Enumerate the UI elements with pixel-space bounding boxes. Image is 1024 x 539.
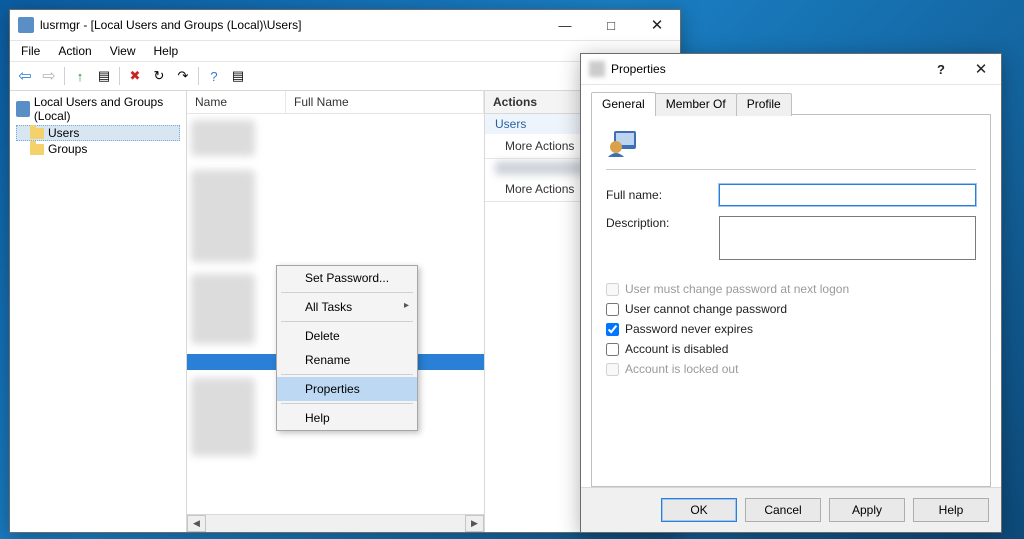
divider [606,169,976,170]
menu-view[interactable]: View [103,43,143,59]
tab-general-body: Full name: Description: User must change… [591,115,991,487]
forward-button-icon[interactable]: ⇨ [38,65,60,87]
refresh-icon[interactable]: ↻ [148,65,170,87]
properties-dialog: Properties ? ✕ General Member Of Profile [580,53,1002,533]
cancel-button[interactable]: Cancel [745,498,821,522]
col-fullname[interactable]: Full Name [286,91,484,113]
chk-cannot-change[interactable]: User cannot change password [606,302,976,316]
tab-profile[interactable]: Profile [736,93,792,116]
chk-must-change: User must change password at next logon [606,282,976,296]
dialog-titlebar[interactable]: Properties ? ✕ [581,54,1001,85]
checkbox-group: User must change password at next logon … [606,282,976,382]
up-button-icon[interactable]: ↑ [69,65,91,87]
chk-cannot-change-label: User cannot change password [625,302,787,316]
properties-icon[interactable]: ▤ [93,65,115,87]
menu-file[interactable]: File [14,43,47,59]
horizontal-scrollbar[interactable]: ◀ ▶ [187,514,484,532]
toolbar-separator [198,67,199,85]
ctx-help[interactable]: Help [277,406,417,430]
dialog-close-button[interactable]: ✕ [961,54,1001,84]
help-icon[interactable]: ? [203,65,225,87]
user-name-icon [589,61,605,77]
tree-users-label: Users [48,126,79,140]
ctx-all-tasks[interactable]: All Tasks ▸ [277,295,417,319]
export-icon[interactable]: ↷ [172,65,194,87]
ctx-rename[interactable]: Rename [277,348,417,372]
lusrmgr-icon [18,17,34,33]
scroll-left-icon[interactable]: ◀ [187,515,206,532]
list-header: Name Full Name [187,91,484,114]
chk-never-expires[interactable]: Password never expires [606,322,976,336]
chk-disabled-label: Account is disabled [625,342,728,356]
chk-locked-label: Account is locked out [625,362,738,376]
ctx-separator [281,374,413,375]
field-full-name: Full name: [606,184,976,206]
chk-locked: Account is locked out [606,362,976,376]
tree-pane: Local Users and Groups (Local) Users Gro… [10,91,187,532]
tree-users[interactable]: Users [16,125,180,141]
chk-locked-box [606,363,619,376]
full-name-label: Full name: [606,188,719,202]
close-button[interactable]: ✕ [634,10,680,40]
ctx-separator [281,403,413,404]
toolbar-separator [64,67,65,85]
tab-member-of[interactable]: Member Of [655,93,737,116]
list-item[interactable] [191,120,255,156]
ctx-set-password[interactable]: Set Password... [277,266,417,290]
minimize-button[interactable]: — [542,10,588,40]
lusrmgr-tree-icon [16,101,30,117]
description-input[interactable] [719,216,976,260]
col-name[interactable]: Name [187,91,286,113]
apply-button[interactable]: Apply [829,498,905,522]
help-button-icon[interactable]: ? [921,54,961,84]
ctx-separator [281,321,413,322]
tree-groups-label: Groups [48,142,87,156]
user-icon [606,127,638,159]
list-item[interactable] [191,274,255,344]
list-item[interactable] [191,378,255,456]
delete-icon[interactable]: ✖ [124,65,146,87]
help-button[interactable]: Help [913,498,989,522]
chk-must-change-label: User must change password at next logon [625,282,849,296]
ctx-delete[interactable]: Delete [277,324,417,348]
chevron-right-icon: ▸ [404,300,409,311]
menu-action[interactable]: Action [51,43,98,59]
chk-must-change-box [606,283,619,296]
tab-general[interactable]: General [591,92,656,115]
tree-root-label: Local Users and Groups (Local) [34,95,180,123]
tab-strip: General Member Of Profile [591,91,991,115]
field-description: Description: [606,216,976,260]
context-menu: Set Password... All Tasks ▸ Delete Renam… [276,265,418,431]
dialog-button-bar: OK Cancel Apply Help [581,487,1001,532]
menu-help[interactable]: Help [147,43,186,59]
folder-icon [30,128,44,139]
dialog-title: Properties [611,62,921,76]
full-name-input[interactable] [719,184,976,206]
ctx-all-tasks-label: All Tasks [305,300,352,314]
toolbar-separator [119,67,120,85]
mmc-titlebar[interactable]: lusrmgr - [Local Users and Groups (Local… [10,10,680,41]
ctx-properties[interactable]: Properties [277,377,417,401]
list-item[interactable] [191,170,255,262]
chk-never-expires-label: Password never expires [625,322,753,336]
description-label: Description: [606,216,719,230]
chk-cannot-change-box[interactable] [606,303,619,316]
ctx-separator [281,292,413,293]
tree-groups[interactable]: Groups [16,141,180,157]
view-icon[interactable]: ▤ [227,65,249,87]
chk-never-expires-box[interactable] [606,323,619,336]
maximize-button[interactable]: □ [588,10,634,40]
back-button-icon[interactable]: ⇦ [14,65,36,87]
folder-icon [30,144,44,155]
chk-disabled-box[interactable] [606,343,619,356]
chk-disabled[interactable]: Account is disabled [606,342,976,356]
window-title: lusrmgr - [Local Users and Groups (Local… [40,18,542,32]
tree-root[interactable]: Local Users and Groups (Local) [16,95,180,123]
ok-button[interactable]: OK [661,498,737,522]
scroll-right-icon[interactable]: ▶ [465,515,484,532]
